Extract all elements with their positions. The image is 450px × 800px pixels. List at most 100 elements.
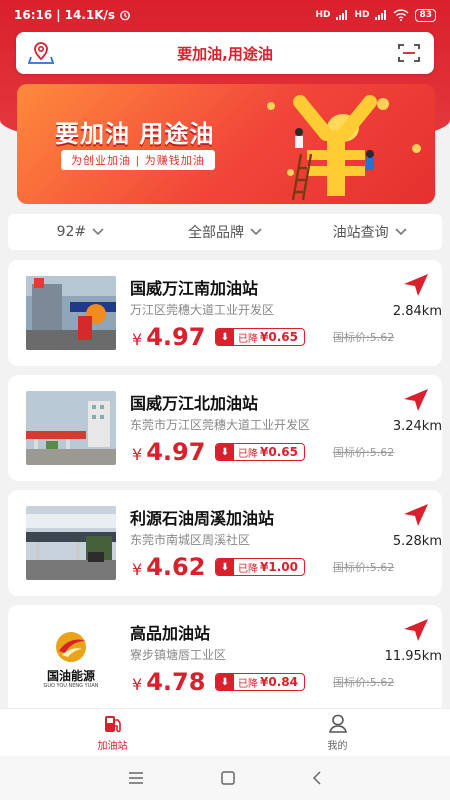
signal-1-label: HD	[315, 10, 331, 20]
price-value: 4.78	[146, 668, 206, 696]
station-address: 寮步镇塘唇工业区	[130, 648, 227, 662]
station-price: ¥ 4.97	[132, 438, 205, 466]
tab-gas-station[interactable]: 加油站	[0, 709, 225, 756]
drop-label: 已降	[238, 448, 258, 460]
promo-banner[interactable]: 要加油 用途油 为创业加油 | 为赚钱加油	[17, 84, 435, 204]
currency-symbol: ¥	[132, 560, 143, 579]
scan-icon	[398, 44, 420, 62]
station-price: ¥ 4.78	[132, 668, 205, 696]
guide-price: 国标价:5.62	[333, 561, 395, 574]
fuel-type-dropdown[interactable]: 92#	[8, 224, 153, 240]
user-icon	[328, 714, 347, 733]
signal-icon	[375, 10, 387, 20]
price-value: 4.97	[146, 438, 206, 466]
drop-label: 已降	[238, 333, 258, 345]
arrow-down-icon: ⬇	[216, 559, 234, 575]
chevron-down-icon	[250, 228, 262, 236]
arrow-down-icon: ⬇	[216, 329, 234, 345]
station-price: ¥ 4.62	[132, 553, 205, 581]
station-name: 国威万江南加油站	[130, 279, 259, 298]
logo-subtext: GUO YOU NENG YUAN	[43, 683, 99, 689]
signal-2-label: HD	[354, 10, 370, 20]
tab-label: 我的	[327, 740, 348, 752]
system-navigation-bar	[0, 756, 450, 800]
tab-label: 加油站	[97, 740, 128, 752]
drop-amount: ¥0.65	[260, 330, 298, 344]
station-photo	[26, 506, 116, 580]
map-pin-icon	[28, 42, 54, 64]
brand-label: 全部品牌	[188, 225, 244, 241]
brand-dropdown[interactable]: 全部品牌	[153, 222, 298, 242]
wifi-icon	[393, 9, 409, 21]
fuel-type-label: 92#	[56, 224, 87, 240]
station-photo	[26, 276, 116, 350]
status-network-speed: 14.1K/s	[64, 8, 116, 22]
bottom-tab-bar: 加油站 我的	[0, 708, 450, 756]
banner-tagline: 为创业加油 | 为赚钱加油	[61, 150, 215, 170]
signal-icon	[336, 10, 348, 20]
decor-coin	[412, 144, 421, 153]
navigation-arrow-icon	[404, 504, 428, 526]
guide-price: 国标价:5.62	[333, 331, 395, 344]
arrow-down-icon: ⬇	[216, 444, 234, 460]
tab-profile[interactable]: 我的	[225, 709, 450, 756]
drop-label: 已降	[238, 678, 258, 690]
decor-coin	[267, 102, 275, 110]
station-name: 利源石油周溪加油站	[130, 509, 275, 528]
guide-price: 国标价:5.62	[333, 446, 395, 459]
yen-sign-illustration	[291, 95, 377, 201]
station-address: 万江区莞穗大道工业开发区	[130, 303, 275, 317]
price-drop-badge: ⬇ 已降 ¥0.65	[215, 443, 305, 461]
station-name: 高品加油站	[130, 624, 211, 643]
price-drop-badge: ⬇ 已降 ¥0.65	[215, 328, 305, 346]
status-time: 16:16	[14, 8, 53, 22]
status-bar: 16:16 | 14.1K/s HD HD 83	[0, 0, 450, 30]
navigate-button[interactable]	[402, 617, 430, 647]
navigate-button[interactable]	[402, 387, 430, 417]
location-button[interactable]	[16, 32, 66, 74]
chevron-down-icon	[395, 228, 407, 236]
battery-icon: 83	[415, 8, 436, 22]
fuel-pump-icon	[104, 715, 121, 732]
drop-amount: ¥0.84	[260, 675, 298, 689]
menu-icon[interactable]	[128, 772, 144, 784]
station-photo	[26, 391, 116, 465]
station-card[interactable]: 国威万江北加油站 东莞市万江区莞穗大道工业开发区 ¥ 4.97 ⬇ 已降 ¥0.…	[8, 375, 442, 481]
home-icon[interactable]	[221, 771, 235, 785]
chevron-down-icon	[92, 228, 104, 236]
top-bar: 要加油,用途油	[16, 32, 434, 74]
station-distance: 5.28km	[392, 534, 442, 549]
back-icon[interactable]	[312, 771, 322, 785]
arrow-down-icon: ⬇	[216, 674, 234, 690]
guide-price: 国标价:5.62	[333, 676, 395, 689]
banner-headline: 要加油 用途油	[55, 120, 215, 148]
app-title: 要加油,用途油	[177, 44, 273, 63]
price-value: 4.62	[146, 553, 206, 581]
filter-bar: 92# 全部品牌 油站查询	[8, 214, 442, 250]
navigate-button[interactable]	[402, 272, 430, 302]
drop-amount: ¥0.65	[260, 445, 298, 459]
station-distance: 3.24km	[392, 419, 442, 434]
station-address: 东莞市万江区莞穗大道工业开发区	[130, 418, 311, 432]
station-card[interactable]: 国油能源 GUO YOU NENG YUAN 高品加油站 寮步镇塘唇工业区 ¥ …	[8, 605, 442, 715]
scan-button[interactable]	[384, 32, 434, 74]
navigation-arrow-icon	[404, 389, 428, 411]
station-card[interactable]: 利源石油周溪加油站 东莞市南城区周溪社区 ¥ 4.62 ⬇ 已降 ¥1.00 国…	[8, 490, 442, 596]
station-search-dropdown[interactable]: 油站查询	[297, 222, 442, 242]
currency-symbol: ¥	[132, 675, 143, 694]
station-distance: 2.84km	[392, 304, 442, 319]
drop-amount: ¥1.00	[260, 560, 298, 574]
station-search-label: 油站查询	[332, 225, 389, 241]
price-drop-badge: ⬇ 已降 ¥1.00	[215, 558, 305, 576]
station-card[interactable]: 国威万江南加油站 万江区莞穗大道工业开发区 ¥ 4.97 ⬇ 已降 ¥0.65 …	[8, 260, 442, 366]
alarm-icon	[120, 10, 130, 21]
station-distance: 11.95km	[384, 649, 442, 664]
station-logo: 国油能源 GUO YOU NENG YUAN	[26, 621, 116, 695]
station-price: ¥ 4.97	[132, 323, 205, 351]
station-address: 东莞市南城区周溪社区	[130, 533, 251, 547]
navigation-arrow-icon	[404, 274, 428, 296]
navigate-button[interactable]	[402, 502, 430, 532]
currency-symbol: ¥	[132, 330, 143, 349]
navigation-arrow-icon	[404, 619, 428, 641]
currency-symbol: ¥	[132, 445, 143, 464]
